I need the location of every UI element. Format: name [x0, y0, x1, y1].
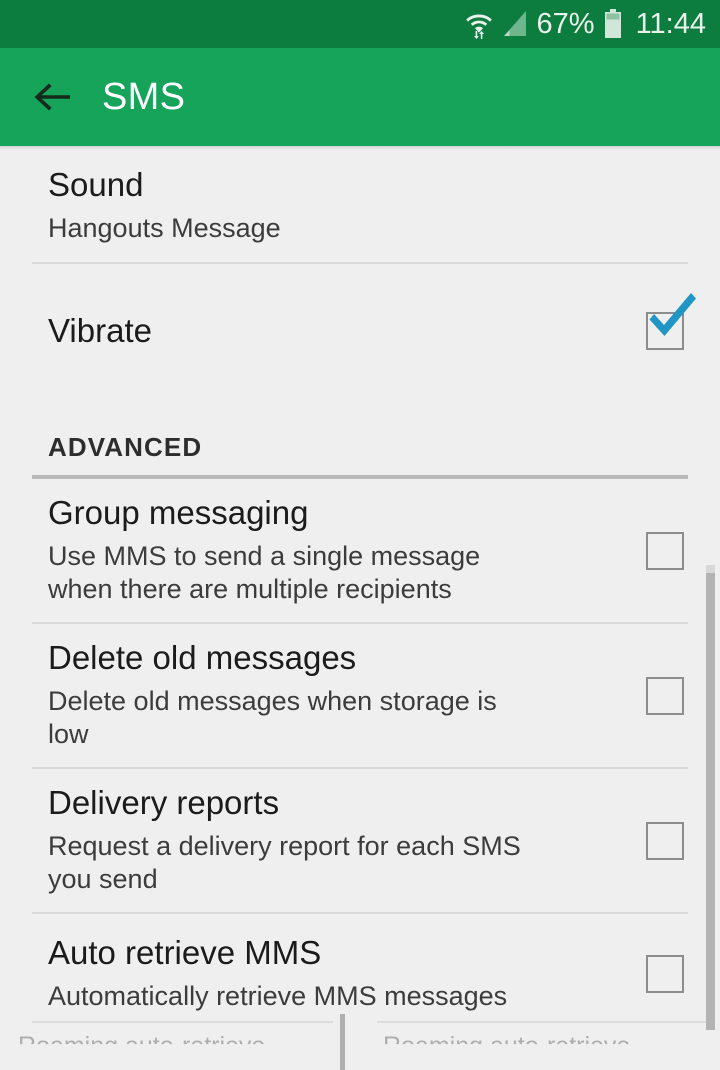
row-text: Group messaging Use MMS to send a single… — [48, 494, 610, 607]
section-header-advanced: ADVANCED — [0, 398, 720, 475]
back-arrow-icon — [32, 80, 72, 114]
back-button[interactable] — [20, 65, 84, 129]
row-summary: Use MMS to send a single message when th… — [48, 541, 481, 605]
row-title: Auto retrieve MMS — [48, 934, 322, 972]
page-title: SMS — [102, 75, 186, 118]
row-divider — [32, 1021, 333, 1023]
row-title: Roaming auto-retrieve — [383, 1032, 631, 1060]
row-title: Group messaging — [48, 494, 309, 532]
row-widget — [610, 676, 720, 715]
group-messaging-checkbox[interactable] — [646, 531, 684, 570]
scrollbar-thumb[interactable] — [706, 565, 715, 1033]
row-title: Delete old messages — [48, 639, 357, 677]
app-bar: SMS — [0, 48, 720, 146]
row-widget — [610, 531, 720, 570]
delete-old-messages-checkbox[interactable] — [646, 676, 684, 715]
render-seam-artifact — [340, 1014, 345, 1070]
scrollbar-thumb-tail — [706, 1014, 715, 1030]
wifi-with-transfer-arrows-icon — [465, 9, 493, 39]
auto-retrieve-mms-checkbox[interactable] — [646, 955, 684, 993]
settings-row-vibrate[interactable]: Vibrate — [0, 264, 720, 398]
section-header-label: ADVANCED — [48, 432, 203, 462]
clipped-row-zone: Roaming auto-retrieve Roaming auto-retri… — [0, 1014, 720, 1070]
settings-row-roaming-auto-retrieve[interactable]: Roaming auto-retrieve — [0, 1014, 341, 1070]
row-text: Auto retrieve MMS Automatically retrieve… — [48, 934, 610, 1013]
battery-icon — [604, 9, 622, 39]
settings-row-delete-old-messages[interactable]: Delete old messages Delete old messages … — [0, 624, 720, 767]
delivery-reports-checkbox[interactable] — [646, 821, 684, 860]
row-widget — [610, 821, 720, 860]
cellular-signal-icon — [502, 10, 528, 38]
row-title: Delivery reports — [48, 784, 280, 822]
battery-percent-label: 67% — [536, 7, 595, 40]
row-title: Sound — [48, 166, 144, 204]
settings-row-roaming-auto-retrieve-duplicate[interactable]: Roaming auto-retrieve — [345, 1014, 720, 1070]
settings-row-group-messaging[interactable]: Group messaging Use MMS to send a single… — [0, 479, 720, 622]
sms-settings-screen: 67% 11:44 SMS Sound Hangouts Message Vib… — [0, 0, 720, 1070]
row-title: Vibrate — [48, 311, 152, 349]
row-title: Roaming auto-retrieve — [18, 1032, 266, 1060]
status-bar-icons: 67% 11:44 — [465, 9, 706, 39]
row-summary: Automatically retrieve MMS messages — [48, 981, 508, 1012]
status-bar: 67% 11:44 — [0, 0, 720, 48]
checkmark-icon — [646, 293, 700, 350]
row-text: Delete old messages Delete old messages … — [48, 639, 610, 752]
row-text: Sound Hangouts Message — [48, 166, 720, 245]
row-widget — [610, 955, 720, 993]
row-summary: Hangouts Message — [48, 213, 281, 244]
vibrate-checkbox[interactable] — [646, 293, 696, 350]
row-divider — [377, 1021, 712, 1023]
settings-list: Sound Hangouts Message Vibrate ADVANCED … — [0, 150, 720, 1034]
row-widget — [610, 293, 720, 350]
row-summary: Request a delivery report for each SMS y… — [48, 831, 521, 895]
clock-label: 11:44 — [635, 7, 706, 40]
settings-row-delivery-reports[interactable]: Delivery reports Request a delivery repo… — [0, 769, 720, 912]
row-text: Vibrate — [48, 312, 610, 351]
row-text: Delivery reports Request a delivery repo… — [48, 784, 610, 897]
row-summary: Delete old messages when storage is low — [48, 686, 497, 750]
settings-row-sound[interactable]: Sound Hangouts Message — [0, 150, 720, 262]
